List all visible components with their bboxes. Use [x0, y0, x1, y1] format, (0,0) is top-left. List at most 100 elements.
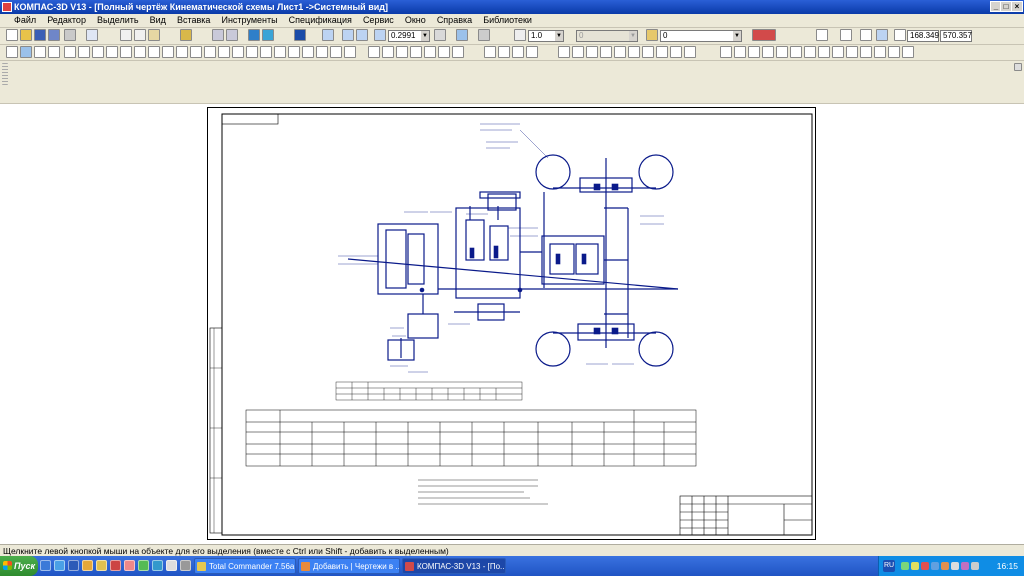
state-field[interactable]: 0 ▼: [576, 30, 638, 42]
close-icon[interactable]: ×: [1011, 1, 1023, 12]
quicklaunch-app2-icon[interactable]: [124, 560, 135, 571]
taskbar-clock[interactable]: 16:15: [997, 556, 1018, 576]
menu-file[interactable]: Файл: [0, 14, 40, 27]
save-all-icon[interactable]: [48, 29, 60, 41]
layer-field[interactable]: 0 ▼: [660, 30, 742, 42]
tray-app7-icon[interactable]: [961, 562, 969, 570]
extend-tool-icon[interactable]: [656, 46, 668, 58]
mark-tool-icon[interactable]: [438, 46, 450, 58]
task-total-commander[interactable]: Total Commander 7.56a ...: [194, 558, 296, 574]
hatch-tool-icon[interactable]: [176, 46, 188, 58]
grid-icon[interactable]: [816, 29, 828, 41]
fillet-tool-icon[interactable]: [162, 46, 174, 58]
point-tool-icon[interactable]: [20, 46, 32, 58]
menu-help[interactable]: Справка: [433, 14, 476, 27]
local-cs-icon[interactable]: [840, 29, 852, 41]
quicklaunch-app4-icon[interactable]: [152, 560, 163, 571]
tolerance-tool-icon[interactable]: [344, 46, 356, 58]
area-tool-icon[interactable]: [512, 46, 524, 58]
diameter-dim-tool-icon[interactable]: [288, 46, 300, 58]
paste-icon[interactable]: [148, 29, 160, 41]
zoom-window-icon[interactable]: [342, 29, 354, 41]
chevron-down-icon[interactable]: ▼: [555, 31, 563, 41]
save-icon[interactable]: [34, 29, 46, 41]
cursor-icon[interactable]: [876, 29, 888, 41]
view-tool-icon[interactable]: [368, 46, 380, 58]
contour-tool-icon[interactable]: [190, 46, 202, 58]
manager-icon[interactable]: [248, 29, 260, 41]
table-tool-icon[interactable]: [232, 46, 244, 58]
ellipse-tool-icon[interactable]: [92, 46, 104, 58]
snap-point-icon[interactable]: [902, 46, 914, 58]
quicklaunch-desktop-icon[interactable]: [40, 560, 51, 571]
quicklaunch-explorer-icon[interactable]: [96, 560, 107, 571]
open-file-icon[interactable]: [20, 29, 32, 41]
menu-view[interactable]: Вид: [146, 14, 170, 27]
symbol-tool-icon[interactable]: [452, 46, 464, 58]
quicklaunch-app5-icon[interactable]: [166, 560, 177, 571]
spline-tool-icon[interactable]: [134, 46, 146, 58]
layers-icon[interactable]: [646, 29, 658, 41]
axis-tool-icon[interactable]: [410, 46, 422, 58]
coord-y-field[interactable]: 570.357: [940, 30, 972, 42]
quicklaunch-app3-icon[interactable]: [138, 560, 149, 571]
scale-tool-icon[interactable]: [600, 46, 612, 58]
equidistant-tool-icon[interactable]: [204, 46, 216, 58]
start-button[interactable]: Пуск: [0, 556, 38, 576]
coord-x-field[interactable]: 168.349: [907, 30, 939, 42]
menu-service[interactable]: Сервис: [359, 14, 398, 27]
quicklaunch-app6-icon[interactable]: [180, 560, 191, 571]
split-tool-icon[interactable]: [670, 46, 682, 58]
quicklaunch-ie-icon[interactable]: [54, 560, 65, 571]
tray-app2-icon[interactable]: [911, 562, 919, 570]
tangent-tool-icon[interactable]: [804, 46, 816, 58]
rotate-tool-icon[interactable]: [586, 46, 598, 58]
zoom-scale-icon[interactable]: [374, 29, 386, 41]
tray-app5-icon[interactable]: [941, 562, 949, 570]
section-tool-icon[interactable]: [382, 46, 394, 58]
zoom-scale-field[interactable]: 0.2991 ▼: [388, 30, 430, 42]
refresh-icon[interactable]: [456, 29, 468, 41]
pan-icon[interactable]: [434, 29, 446, 41]
distance-tool-icon[interactable]: [498, 46, 510, 58]
orientation-icon[interactable]: [478, 29, 490, 41]
redo-icon[interactable]: [226, 29, 238, 41]
tray-app4-icon[interactable]: [931, 562, 939, 570]
new-file-icon[interactable]: [6, 29, 18, 41]
symmetric-tool-icon[interactable]: [860, 46, 872, 58]
menu-select[interactable]: Выделить: [93, 14, 143, 27]
constraint-tool-icon[interactable]: [734, 46, 746, 58]
fix-tool-icon[interactable]: [832, 46, 844, 58]
coincident-tool-icon[interactable]: [818, 46, 830, 58]
break-tool-icon[interactable]: [424, 46, 436, 58]
angle-dim-tool-icon[interactable]: [260, 46, 272, 58]
ortho-icon[interactable]: [860, 29, 872, 41]
menu-tools[interactable]: Инструменты: [217, 14, 281, 27]
param-tool-icon[interactable]: [720, 46, 732, 58]
measure-tool-icon[interactable]: [484, 46, 496, 58]
base-tool-icon[interactable]: [330, 46, 342, 58]
cut-icon[interactable]: [120, 29, 132, 41]
print-icon[interactable]: [64, 29, 76, 41]
drawing-sheet[interactable]: [207, 107, 816, 540]
line-tool-icon[interactable]: [34, 46, 46, 58]
properties-icon[interactable]: [180, 29, 192, 41]
chevron-down-icon[interactable]: ▼: [733, 31, 741, 41]
segment-tool-icon[interactable]: [48, 46, 60, 58]
copy-tool-icon[interactable]: [628, 46, 640, 58]
trim-tool-icon[interactable]: [642, 46, 654, 58]
polygon-tool-icon[interactable]: [120, 46, 132, 58]
unlock-icon[interactable]: [888, 46, 900, 58]
tray-app1-icon[interactable]: [901, 562, 909, 570]
arrow-tool-icon[interactable]: [396, 46, 408, 58]
menu-window[interactable]: Окно: [401, 14, 430, 27]
menu-insert[interactable]: Вставка: [173, 14, 214, 27]
coord-icon[interactable]: [894, 29, 906, 41]
move-tool-icon[interactable]: [572, 46, 584, 58]
language-indicator[interactable]: RU: [883, 560, 895, 572]
copy-icon[interactable]: [134, 29, 146, 41]
equal-tool-icon[interactable]: [846, 46, 858, 58]
dimension-tool-icon[interactable]: [246, 46, 258, 58]
chevron-down-icon[interactable]: ▼: [421, 31, 429, 41]
menu-libraries[interactable]: Библиотеки: [479, 14, 536, 27]
